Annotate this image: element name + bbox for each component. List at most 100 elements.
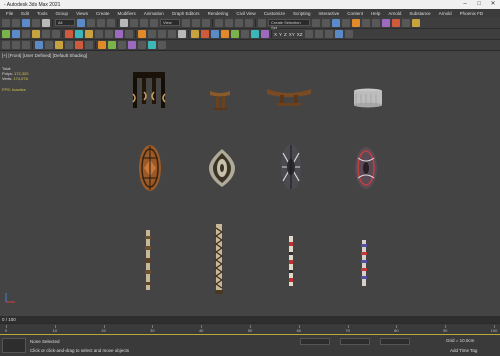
menu-tools[interactable]: Tools [33, 11, 52, 16]
timeline-ruler[interactable]: 0 10 20 30 40 50 60 70 80 90 100 [0, 323, 500, 334]
x-coordinate-field[interactable] [300, 338, 330, 345]
light-lister-icon[interactable] [55, 41, 63, 49]
z-coordinate-field[interactable] [380, 338, 410, 345]
menu-arnold[interactable]: Arnold [384, 11, 405, 16]
menu-views[interactable]: Views [72, 11, 92, 16]
minimize-icon[interactable]: – [458, 0, 472, 9]
substance-settings-icon[interactable] [138, 41, 146, 49]
shield-model-3[interactable] [280, 143, 302, 191]
splash-icon[interactable] [261, 30, 269, 38]
arnold-ipr-icon[interactable] [108, 41, 116, 49]
shield-model-1[interactable] [138, 144, 162, 192]
toggle-layer-explorer-icon[interactable] [342, 18, 350, 27]
play-icon[interactable] [138, 30, 146, 38]
redo-icon[interactable] [12, 18, 20, 27]
render-region-icon[interactable] [75, 41, 83, 49]
window-crossing-icon[interactable] [107, 18, 115, 27]
align-icon[interactable] [322, 18, 330, 27]
add-time-tag[interactable]: Add Time Tag [450, 348, 477, 353]
layer-remove-icon[interactable] [22, 41, 30, 49]
select-and-place-icon[interactable] [150, 18, 158, 27]
arnold-settings-icon[interactable] [118, 41, 126, 49]
close-icon[interactable]: ✕ [486, 0, 500, 9]
select-by-name-icon[interactable] [87, 18, 95, 27]
stop-icon[interactable] [148, 30, 156, 38]
axis-y-label[interactable]: Y [279, 32, 282, 37]
rendered-frame-window-icon[interactable] [402, 18, 410, 27]
manipulate-icon[interactable] [192, 18, 200, 27]
next-frame-icon[interactable] [168, 30, 176, 38]
shield-model-2[interactable] [208, 148, 236, 188]
menu-content[interactable]: Content [343, 11, 367, 16]
lights-icon[interactable] [85, 30, 93, 38]
material-editor-icon[interactable] [382, 18, 390, 27]
named-selection-set-dropdown[interactable]: Create Selection Set [268, 19, 310, 30]
shapes-icon[interactable] [75, 30, 83, 38]
fire-effect-icon[interactable] [191, 30, 199, 38]
select-and-rotate-icon[interactable] [130, 18, 138, 27]
keyboard-shortcut-icon[interactable] [202, 18, 210, 27]
shield-model-4[interactable] [354, 146, 378, 190]
ripple-icon[interactable] [251, 30, 259, 38]
toggle-scene-explorer-icon[interactable] [332, 18, 340, 27]
menu-substance[interactable]: Substance [405, 11, 434, 16]
angle-snap-icon[interactable] [225, 18, 233, 27]
smoke-effect-icon[interactable] [221, 30, 229, 38]
menu-scripting[interactable]: Scripting [289, 11, 315, 16]
extra-tool-icon-2[interactable] [314, 30, 323, 38]
menu-customize[interactable]: Customize [260, 11, 289, 16]
geometry-icon[interactable] [65, 30, 73, 38]
render-iterative-icon[interactable] [85, 41, 93, 49]
menu-arnold-2[interactable]: Arnold [435, 11, 456, 16]
arnold-render-icon[interactable] [98, 41, 106, 49]
layer-icon[interactable] [2, 41, 10, 49]
extra-tool-icon-3[interactable] [324, 30, 333, 38]
select-object-icon[interactable] [77, 18, 85, 27]
menu-group[interactable]: Group [52, 11, 73, 16]
edit-named-selection-icon[interactable] [258, 18, 266, 27]
cameras-icon[interactable] [95, 30, 103, 38]
menu-help[interactable]: Help [367, 11, 384, 16]
extra-tool-icon-4[interactable] [334, 30, 343, 38]
helpers-icon[interactable] [105, 30, 113, 38]
viewport-config-icon[interactable] [45, 41, 53, 49]
asset-tracking-icon[interactable] [65, 41, 73, 49]
selection-region-icon[interactable] [97, 18, 105, 27]
headrest-model-2[interactable] [266, 85, 312, 107]
drum-model[interactable] [353, 88, 383, 108]
menu-phoenix-fd[interactable]: Phoenix FD [456, 11, 488, 16]
selection-filter-dropdown[interactable]: All [55, 19, 75, 26]
menu-graph-editors[interactable]: Graph Editors [168, 11, 204, 16]
axis-xy-label[interactable]: XY [289, 32, 295, 37]
create-icon[interactable] [2, 30, 10, 38]
render-setup-icon[interactable] [392, 18, 400, 27]
render-production-icon[interactable] [412, 18, 420, 27]
axis-x-label[interactable]: X [274, 32, 277, 37]
utilities-icon[interactable] [52, 30, 60, 38]
substance-icon[interactable] [128, 41, 136, 49]
undo-icon[interactable] [2, 18, 10, 27]
display-icon[interactable] [42, 30, 50, 38]
viewport-layout-icon[interactable] [35, 41, 43, 49]
snaps-toggle-icon[interactable] [215, 18, 223, 27]
mirror-icon[interactable] [312, 18, 320, 27]
percent-snap-icon[interactable] [235, 18, 243, 27]
menu-file[interactable]: File [2, 11, 17, 16]
liquid-effect-icon[interactable] [201, 30, 209, 38]
maximize-icon[interactable]: □ [472, 0, 486, 9]
staff-model-2[interactable] [212, 224, 226, 294]
hierarchy-icon[interactable] [22, 30, 30, 38]
stool-model-1[interactable] [130, 72, 168, 114]
time-slider[interactable]: 0 / 100 [0, 316, 500, 323]
y-coordinate-field[interactable] [340, 338, 370, 345]
space-warps-icon[interactable] [115, 30, 123, 38]
modify-icon[interactable] [12, 30, 20, 38]
motion-icon[interactable] [32, 30, 40, 38]
layer-add-icon[interactable] [12, 41, 20, 49]
key-mode-icon[interactable] [178, 30, 186, 38]
select-and-move-icon[interactable] [120, 18, 128, 27]
menu-rendering[interactable]: Rendering [204, 11, 233, 16]
systems-icon[interactable] [125, 30, 133, 38]
menu-create[interactable]: Create [92, 11, 114, 16]
extra-tool-icon[interactable] [304, 30, 313, 38]
